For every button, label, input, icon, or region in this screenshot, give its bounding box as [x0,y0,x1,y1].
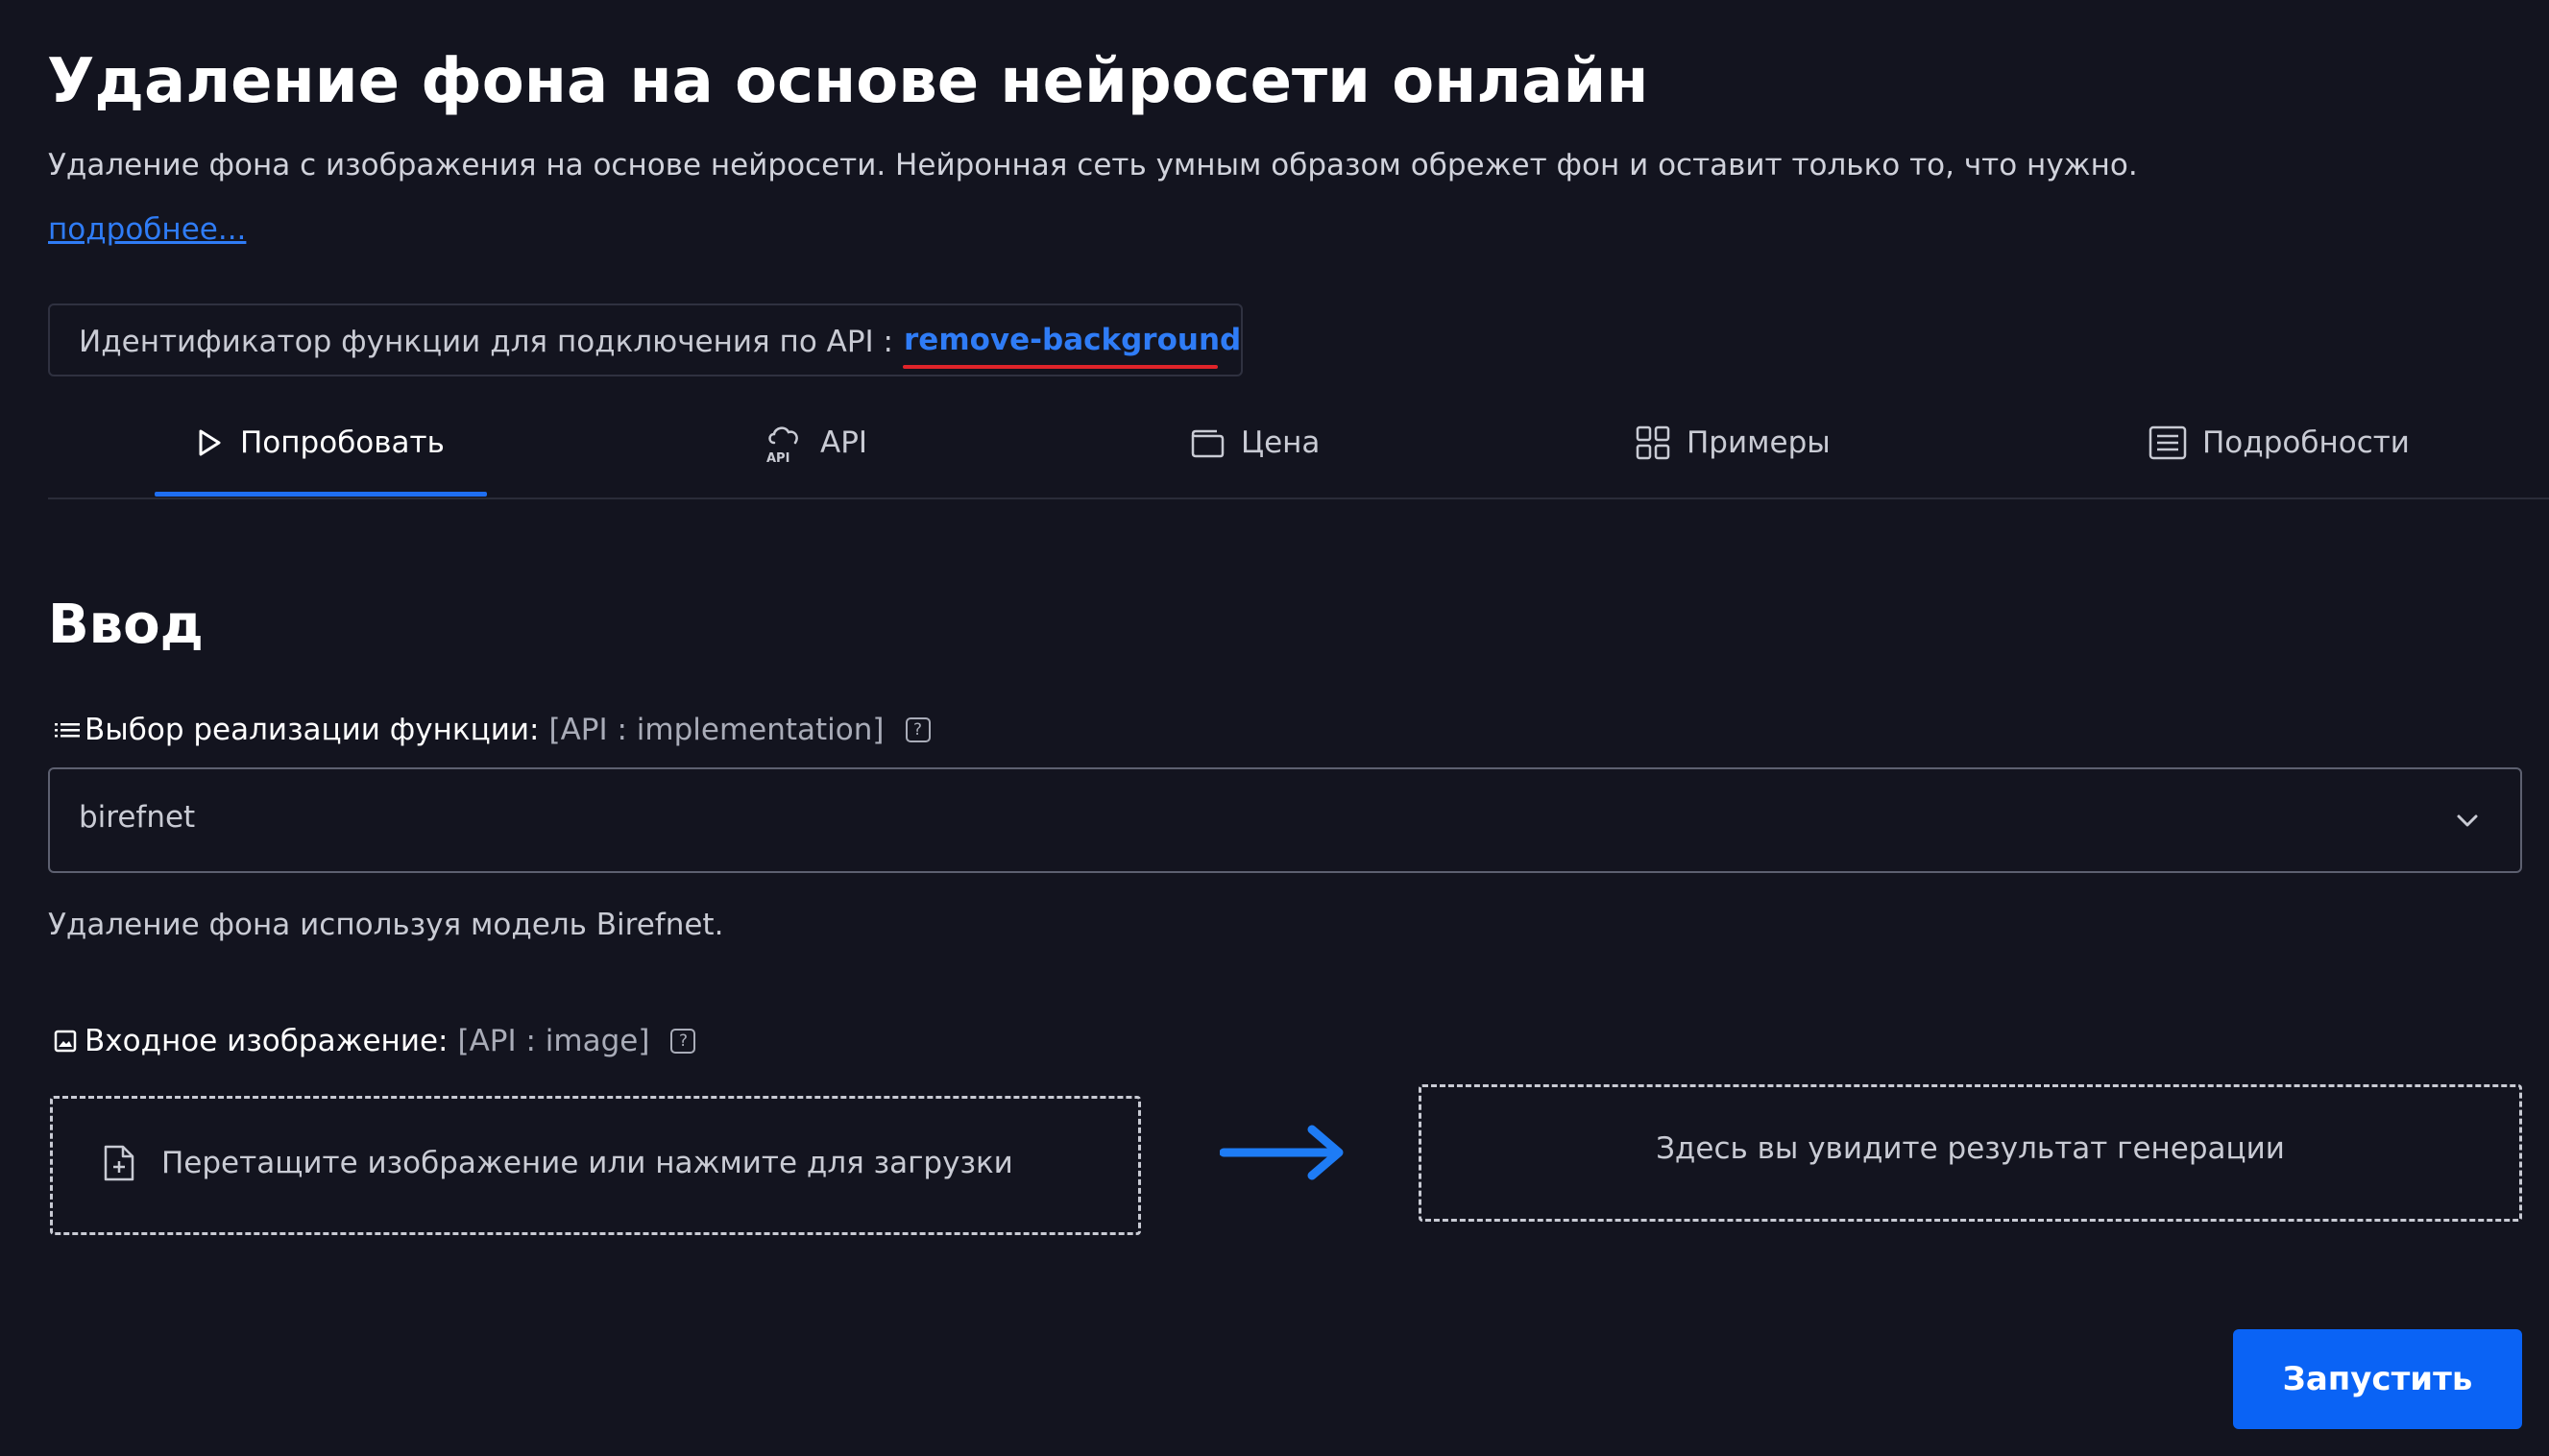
file-add-icon [104,1145,134,1181]
play-icon [199,429,221,456]
tab-label: API [820,425,868,460]
chevron-down-icon [2457,814,2478,827]
arrow-right-icon [1220,1125,1344,1180]
more-link[interactable]: подробнее... [48,212,246,247]
image-label-text: Входное изображение: [85,1024,449,1058]
tab-details[interactable]: Подробности [2148,413,2410,473]
implementation-label: Выбор реализации функции: [API : impleme… [54,713,931,747]
image-dropzone-content: Перетащите изображение или нажмите для з… [102,1143,1013,1183]
tab-label: Примеры [1687,425,1831,460]
image-label: Входное изображение: [API : image] ? [54,1024,696,1058]
grid-icon [1636,425,1670,460]
cloud-api-icon: API [766,426,798,464]
api-identifier-label: Идентификатор функции для подключения по… [79,325,893,359]
wallet-icon [1191,429,1225,458]
implementation-select-value: birefnet [79,800,196,835]
tab-label: Цена [1241,425,1321,460]
help-icon[interactable]: ? [670,1029,696,1054]
implementation-api-hint: [API : implementation] [548,713,885,747]
svg-text:API: API [766,451,789,464]
tab-label: Попробовать [240,425,445,460]
image-api-hint: [API : image] [457,1024,650,1058]
api-identifier-value[interactable]: remove-background [904,323,1241,357]
image-icon [54,1030,77,1053]
result-placeholder: Здесь вы увидите результат генерации [1656,1131,2285,1166]
section-title: Ввод [48,594,204,656]
page-title: Удаление фона на основе нейросети онлайн [47,46,1649,117]
run-button[interactable]: Запустить [2233,1329,2522,1429]
implementation-select[interactable] [48,767,2522,873]
tab-try[interactable]: Попробовать [192,413,445,473]
help-icon[interactable]: ? [905,717,931,742]
image-dropzone-text: Перетащите изображение или нажмите для з… [161,1146,1013,1180]
tabs-divider [48,497,2549,499]
list-icon [55,723,80,738]
implementation-label-text: Выбор реализации функции: [85,713,540,747]
tab-price[interactable]: Цена [1189,413,1320,473]
implementation-description: Удаление фона используя модель Birefnet. [48,908,724,942]
api-identifier-underline [903,365,1218,369]
page: Удаление фона на основе нейросети онлайн… [0,0,2549,1456]
tab-examples[interactable]: Примеры [1635,413,1831,473]
page-description: Удаление фона с изображения на основе не… [48,148,2138,182]
tab-label: Подробности [2202,425,2410,460]
list-details-icon [2148,425,2187,460]
tab-active-indicator [155,492,487,497]
tab-api[interactable]: API API [765,413,867,473]
